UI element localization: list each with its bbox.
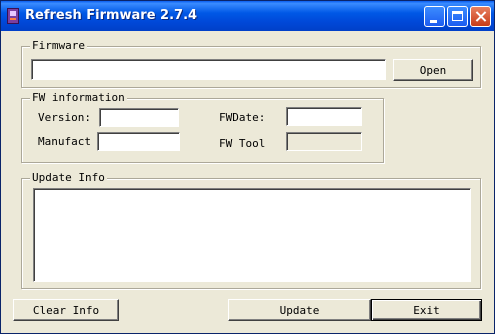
fwtool-field [286, 132, 362, 153]
clear-info-button[interactable]: Clear Info [13, 299, 119, 321]
window-title: Refresh Firmware 2.7.4 [25, 8, 198, 23]
fw-information-group-label: FW information [30, 91, 127, 104]
firmware-path-field[interactable] [31, 59, 386, 81]
update-info-log[interactable] [33, 188, 471, 282]
update-info-log-text [34, 189, 470, 193]
exit-button[interactable]: Exit [371, 299, 482, 321]
version-field[interactable] [99, 108, 179, 129]
close-icon[interactable] [470, 6, 491, 27]
fwdate-label: FWDate: [219, 111, 266, 124]
app-icon [7, 8, 19, 24]
minimize-icon[interactable] [424, 6, 445, 27]
fwtool-label: FW Tool [219, 137, 266, 150]
title-bar[interactable]: Refresh Firmware 2.7.4 [1, 1, 494, 31]
app-window: Refresh Firmware 2.7.4 Firmware Open FW … [0, 0, 495, 334]
fwdate-input[interactable] [287, 111, 361, 128]
fwtool-input [287, 136, 361, 153]
open-button[interactable]: Open [393, 59, 473, 81]
version-label: Version: [38, 111, 91, 124]
maximize-icon[interactable] [447, 6, 468, 27]
firmware-group-label: Firmware [30, 39, 87, 52]
manufacturer-label: Manufactu [38, 135, 92, 148]
firmware-path-input[interactable] [32, 62, 385, 81]
fwdate-field[interactable] [286, 107, 362, 128]
manufacturer-input[interactable] [98, 136, 179, 153]
manufacturer-field[interactable] [97, 132, 180, 153]
version-input[interactable] [100, 112, 178, 129]
update-info-group-label: Update Info [30, 171, 107, 184]
update-button[interactable]: Update [228, 299, 371, 321]
